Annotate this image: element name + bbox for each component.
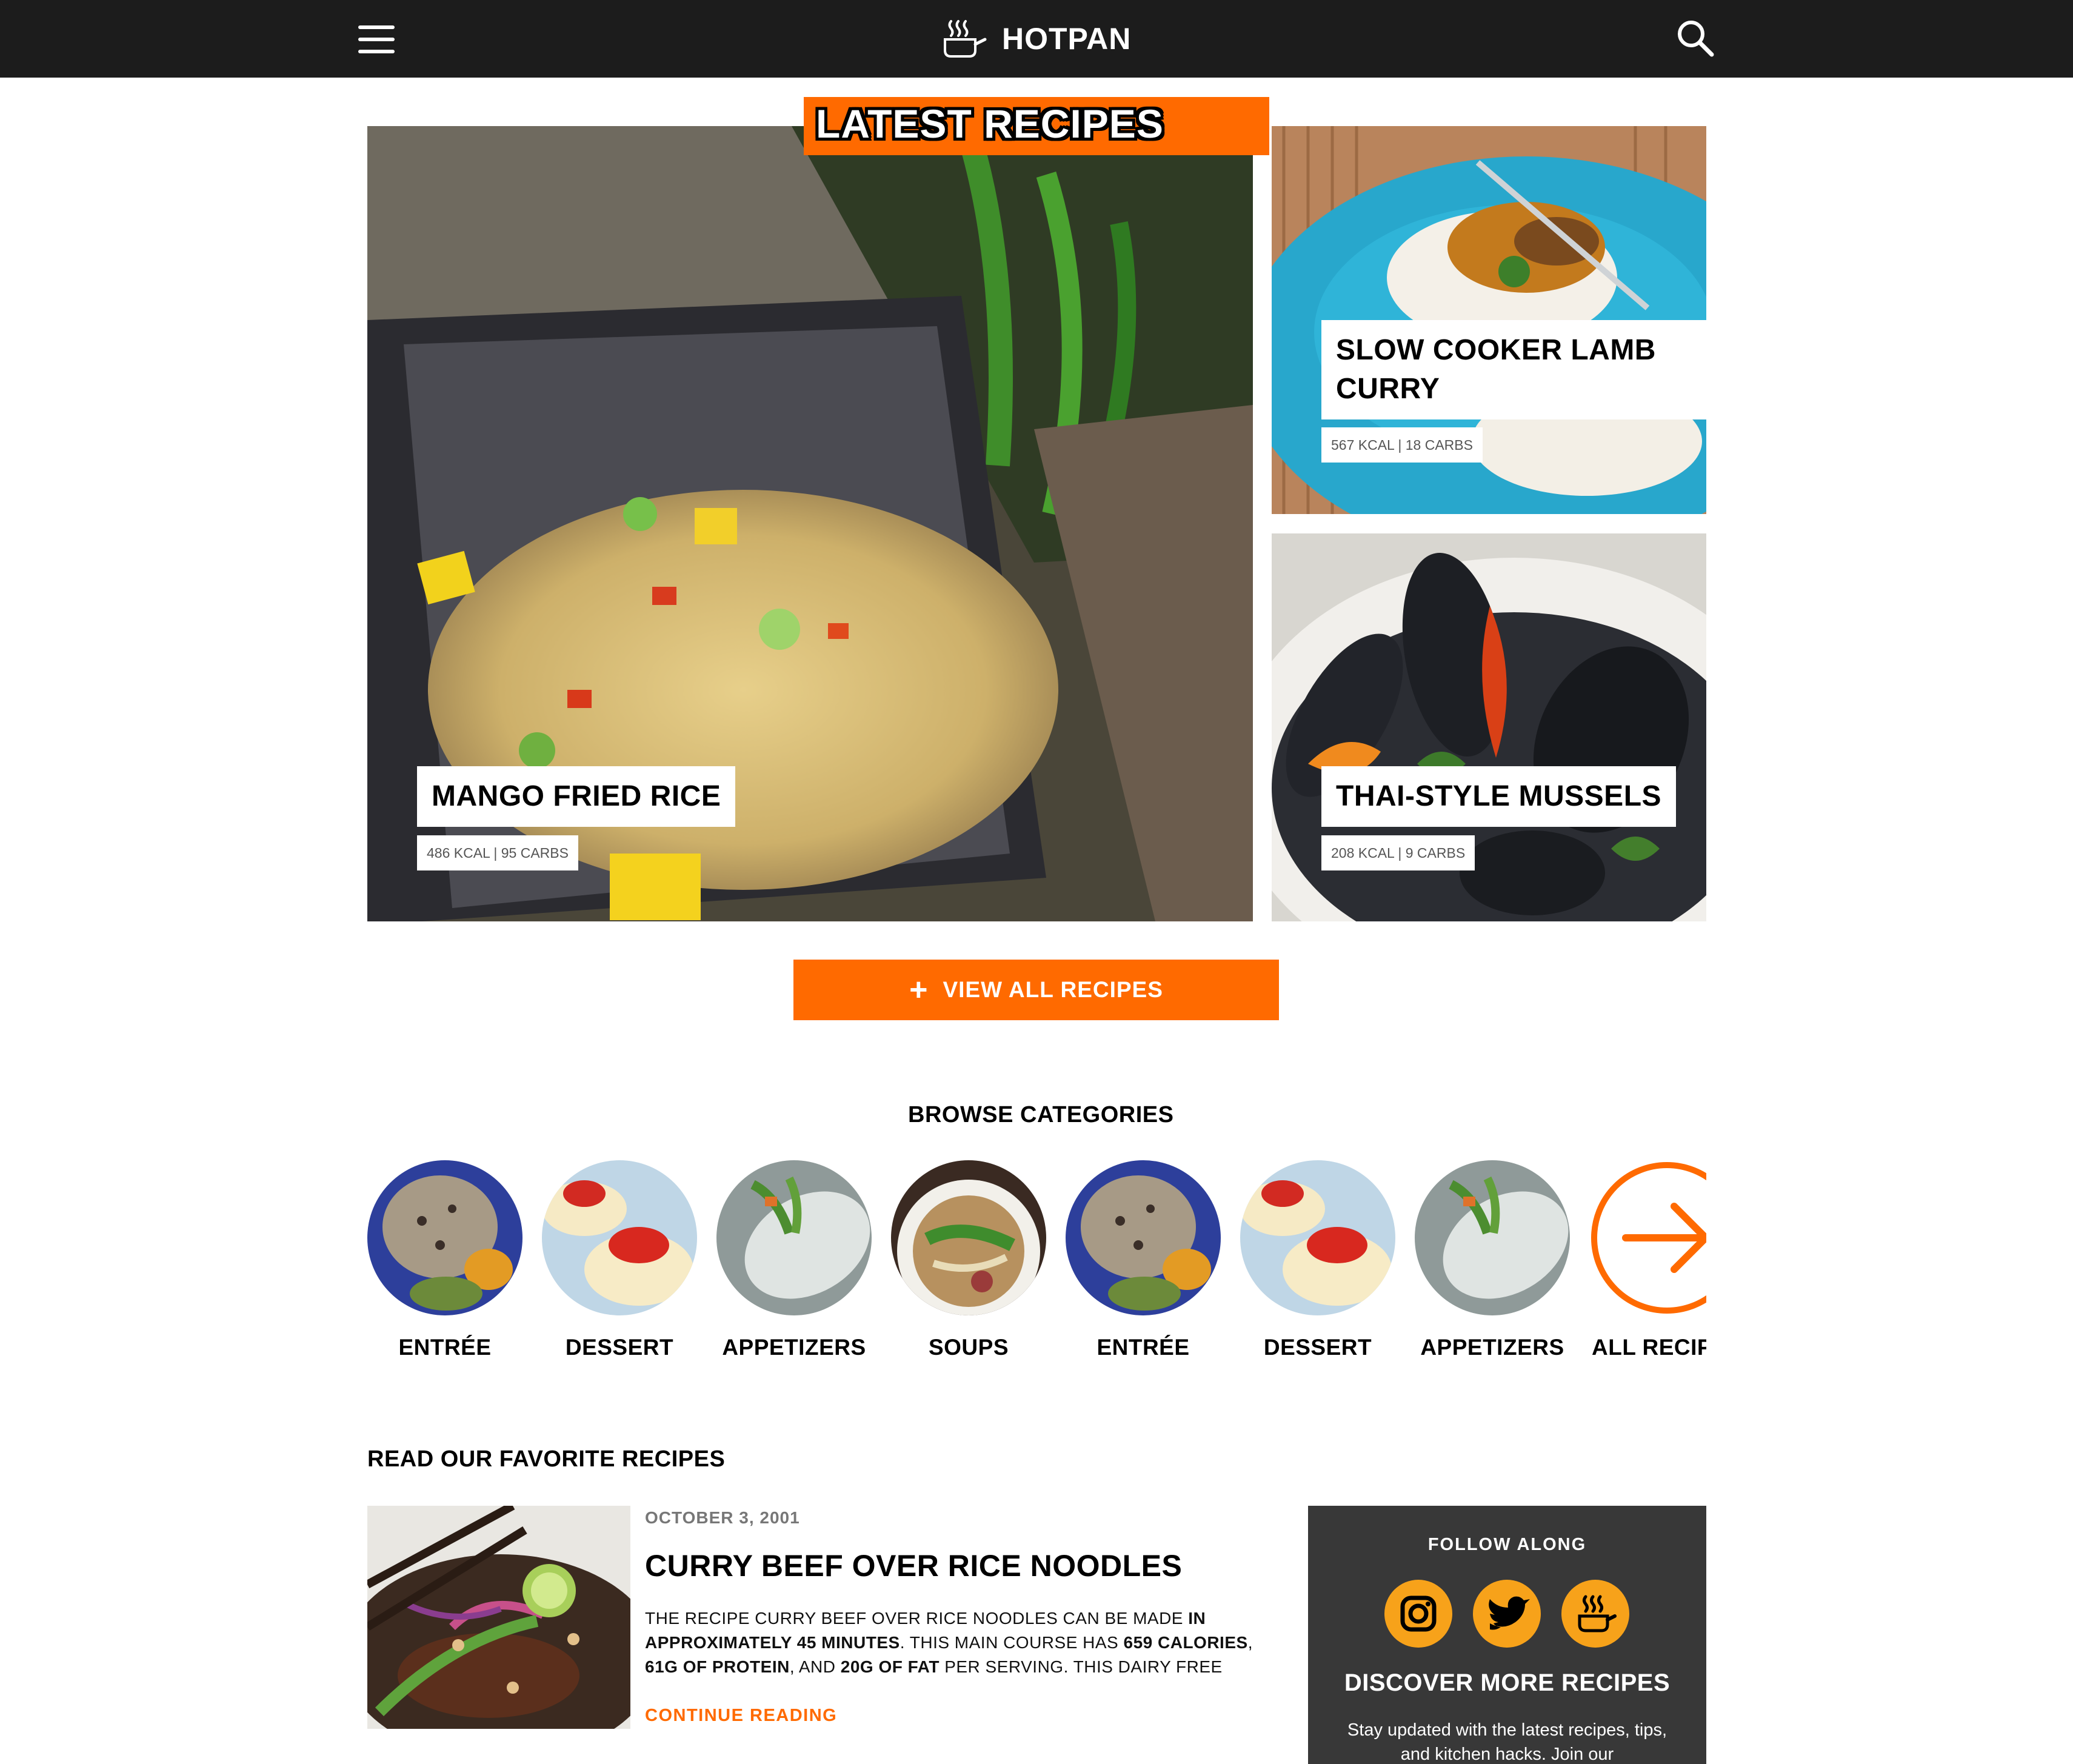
- category-soups[interactable]: SOUPS: [891, 1160, 1046, 1360]
- recipe-nutrition: 486 KCAL | 95 CARBS: [417, 835, 578, 870]
- recipe-title[interactable]: THAI-STYLE MUSSELS: [1321, 766, 1677, 827]
- follow-along-title: FOLLOW ALONG: [1427, 1535, 1587, 1554]
- search-icon[interactable]: [1675, 18, 1715, 58]
- category-label: DESSERT: [1263, 1335, 1372, 1360]
- category-dessert[interactable]: DESSERT: [542, 1160, 697, 1360]
- post-thumbnail[interactable]: [367, 1506, 630, 1729]
- excerpt-highlight: 61G OF PROTEIN: [645, 1657, 790, 1676]
- instagram-icon[interactable]: [1384, 1580, 1452, 1648]
- recipe-title[interactable]: MANGO FRIED RICE: [417, 766, 736, 827]
- latest-recipes-label: LATEST RECIPES: [816, 101, 1164, 146]
- brand-name: HOTPAN: [1002, 22, 1132, 56]
- post-title[interactable]: CURRY BEEF OVER RICE NOODLES: [645, 1548, 1182, 1583]
- category-entree[interactable]: ENTRÉE: [1066, 1160, 1221, 1360]
- curry-beef-photo: [367, 1506, 630, 1729]
- category-label: ENTRÉE: [398, 1335, 492, 1360]
- excerpt-text: ,: [1247, 1633, 1253, 1652]
- excerpt-highlight: 659 CALORIES: [1123, 1633, 1248, 1652]
- hotpan-icon[interactable]: [1561, 1580, 1629, 1648]
- browse-categories-heading: BROWSE CATEGORIES: [908, 1102, 1174, 1128]
- plus-icon: +: [909, 972, 929, 1007]
- category-label: APPETIZERS: [1420, 1335, 1564, 1360]
- category-image: [716, 1160, 872, 1315]
- category-label: SOUPS: [928, 1335, 1009, 1360]
- category-appetizers[interactable]: APPETIZERS: [716, 1160, 872, 1360]
- steaming-pan-icon: [944, 20, 987, 58]
- category-label: DESSERT: [565, 1335, 674, 1360]
- favorite-recipes-heading: READ OUR FAVORITE RECIPES: [367, 1446, 726, 1472]
- category-appetizers[interactable]: APPETIZERS: [1415, 1160, 1570, 1360]
- latest-recipes-heading: LATEST RECIPES: [804, 97, 1269, 155]
- category-carousel[interactable]: ENTRÉE DESSERT APPETIZERS SOUPS ENTRÉE D…: [367, 1160, 1706, 1366]
- category-label: APPETIZERS: [722, 1335, 866, 1360]
- category-label: ALL RECIPES: [1592, 1335, 1706, 1360]
- category-image: [367, 1160, 522, 1315]
- post-date: OCTOBER 3, 2001: [645, 1508, 800, 1527]
- category-entree[interactable]: ENTRÉE: [367, 1160, 522, 1360]
- category-dessert[interactable]: DESSERT: [1240, 1160, 1395, 1360]
- category-image: [542, 1160, 697, 1315]
- category-image: [1066, 1160, 1221, 1315]
- category-all-recipes[interactable]: ALL RECIPES: [1589, 1160, 1706, 1360]
- excerpt-highlight: 20G OF FAT: [840, 1657, 940, 1676]
- category-image: [1240, 1160, 1395, 1315]
- view-all-recipes-button[interactable]: + VIEW ALL RECIPES: [793, 960, 1279, 1020]
- category-image: [1415, 1160, 1570, 1315]
- continue-reading-link[interactable]: CONTINUE READING: [645, 1706, 837, 1726]
- excerpt-text: PER SERVING. THIS DAIRY FREE: [939, 1657, 1223, 1676]
- excerpt-text: THE RECIPE CURRY BEEF OVER RICE NOODLES …: [645, 1609, 1189, 1628]
- recipe-title[interactable]: SLOW COOKER LAMB CURRY: [1321, 320, 1706, 419]
- recipe-nutrition: 208 KCAL | 9 CARBS: [1321, 835, 1475, 870]
- hamburger-menu-icon[interactable]: [358, 25, 395, 53]
- category-label: ENTRÉE: [1097, 1335, 1190, 1360]
- excerpt-text: , AND: [789, 1657, 841, 1676]
- discover-more-title: DISCOVER MORE RECIPES: [1344, 1669, 1671, 1696]
- twitter-icon[interactable]: [1473, 1580, 1541, 1648]
- follow-along-panel: FOLLOW ALONG DISCOVER MORE RECIPES Stay …: [1308, 1506, 1706, 1764]
- newsletter-text: Stay updated with the latest recipes, ti…: [1347, 1720, 1667, 1764]
- view-all-label: VIEW ALL RECIPES: [943, 977, 1163, 1002]
- site-logo[interactable]: HOTPAN: [943, 17, 1131, 61]
- category-image: [891, 1160, 1046, 1315]
- arrow-right-circle-icon: [1589, 1160, 1706, 1315]
- post-excerpt: THE RECIPE CURRY BEEF OVER RICE NOODLES …: [645, 1606, 1273, 1680]
- excerpt-text: . THIS MAIN COURSE HAS: [900, 1633, 1124, 1652]
- recipe-nutrition: 567 KCAL | 18 CARBS: [1321, 427, 1483, 463]
- top-navigation-bar: HOTPAN: [0, 0, 2073, 78]
